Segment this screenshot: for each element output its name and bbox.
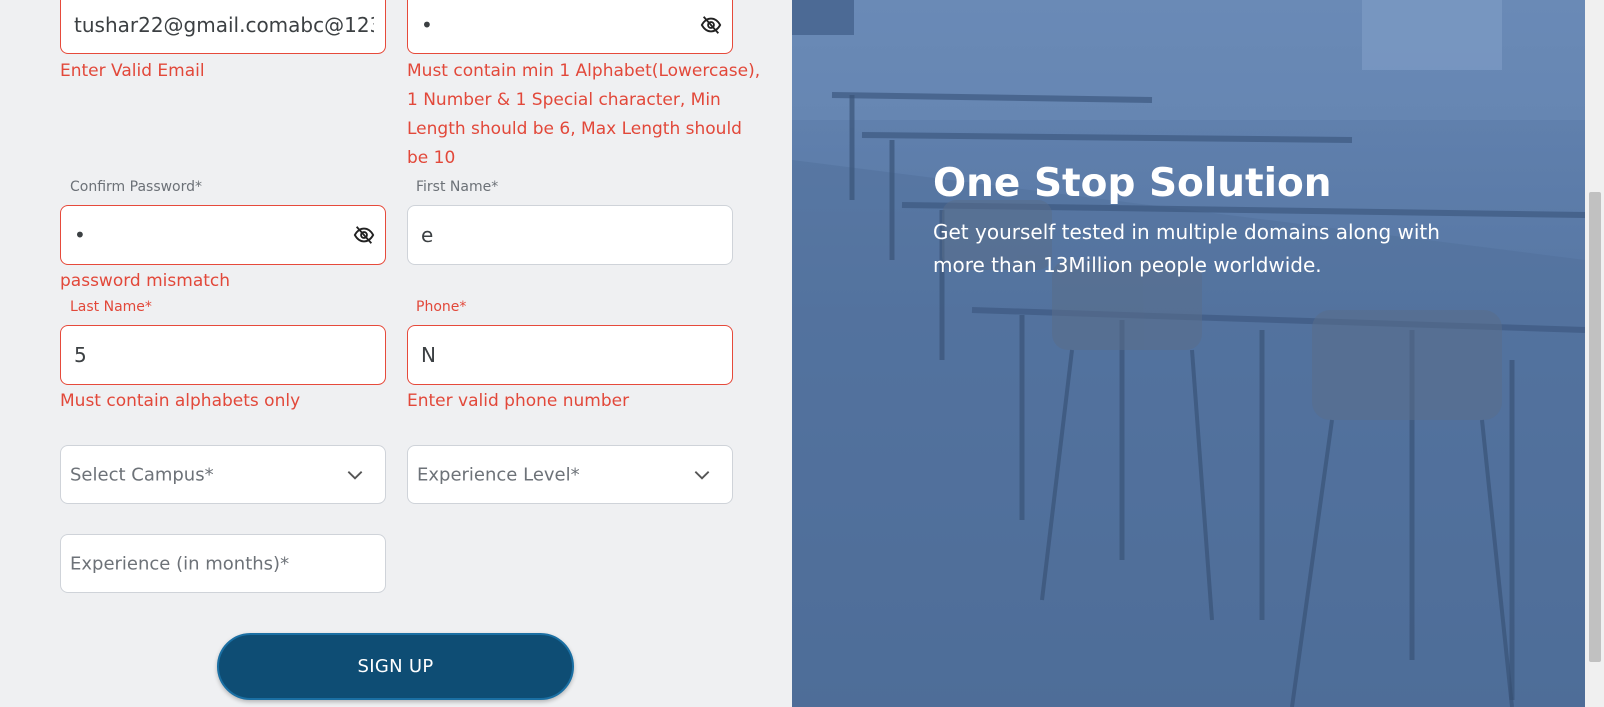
password-field[interactable]: • bbox=[407, 0, 733, 54]
last-name-value: 5 bbox=[74, 343, 87, 367]
hero-title: One Stop Solution bbox=[933, 161, 1332, 206]
chevron-down-icon bbox=[347, 470, 363, 480]
confirm-password-label: Confirm Password* bbox=[70, 179, 203, 195]
scrollbar-thumb[interactable] bbox=[1589, 192, 1601, 662]
phone-error: Enter valid phone number bbox=[407, 391, 630, 411]
last-name-error: Must contain alphabets only bbox=[60, 391, 301, 411]
password-error-line: be 10 bbox=[407, 148, 456, 168]
chevron-down-icon bbox=[694, 470, 710, 480]
last-name-label: Last Name* bbox=[70, 299, 152, 315]
phone-field[interactable]: N bbox=[407, 325, 733, 385]
first-name-field[interactable]: e bbox=[407, 205, 733, 265]
email-field[interactable]: tushar22@gmail.comabc@123 bbox=[60, 0, 386, 54]
phone-label: Phone* bbox=[416, 299, 467, 315]
last-name-field[interactable]: 5 bbox=[60, 325, 386, 385]
experience-level-select[interactable]: Experience Level* bbox=[407, 445, 733, 504]
password-value: • bbox=[421, 13, 433, 37]
sign-up-button[interactable]: SIGN UP bbox=[217, 633, 574, 700]
password-error: Must contain min 1 Alphabet(Lowercase), … bbox=[407, 57, 760, 173]
first-name-label: First Name* bbox=[416, 179, 499, 195]
hero-description: Get yourself tested in multiple domains … bbox=[933, 220, 1440, 277]
confirm-password-field[interactable]: • bbox=[60, 205, 386, 265]
eye-off-icon[interactable] bbox=[700, 14, 722, 36]
password-error-line: 1 Number & 1 Special character, Min bbox=[407, 90, 721, 110]
password-error-line: Length should be 6, Max Length should bbox=[407, 119, 742, 139]
phone-value: N bbox=[421, 343, 436, 367]
hero-panel: One Stop Solution Get yourself tested in… bbox=[792, 0, 1585, 707]
email-value: tushar22@gmail.comabc@123 bbox=[74, 13, 374, 37]
campus-placeholder: Select Campus* bbox=[70, 464, 214, 485]
eye-off-icon[interactable] bbox=[353, 224, 375, 246]
experience-level-placeholder: Experience Level* bbox=[417, 464, 580, 485]
campus-select[interactable]: Select Campus* bbox=[60, 445, 386, 504]
confirm-password-value: • bbox=[74, 223, 86, 247]
page-scrollbar[interactable] bbox=[1585, 0, 1604, 707]
experience-months-placeholder: Experience (in months)* bbox=[70, 553, 290, 574]
confirm-password-error: password mismatch bbox=[60, 271, 231, 291]
classroom-background-image bbox=[792, 0, 1585, 707]
first-name-value: e bbox=[421, 223, 434, 247]
email-error: Enter Valid Email bbox=[60, 61, 205, 81]
experience-months-input[interactable]: Experience (in months)* bbox=[60, 534, 386, 593]
password-error-line: Must contain min 1 Alphabet(Lowercase), bbox=[407, 61, 761, 81]
